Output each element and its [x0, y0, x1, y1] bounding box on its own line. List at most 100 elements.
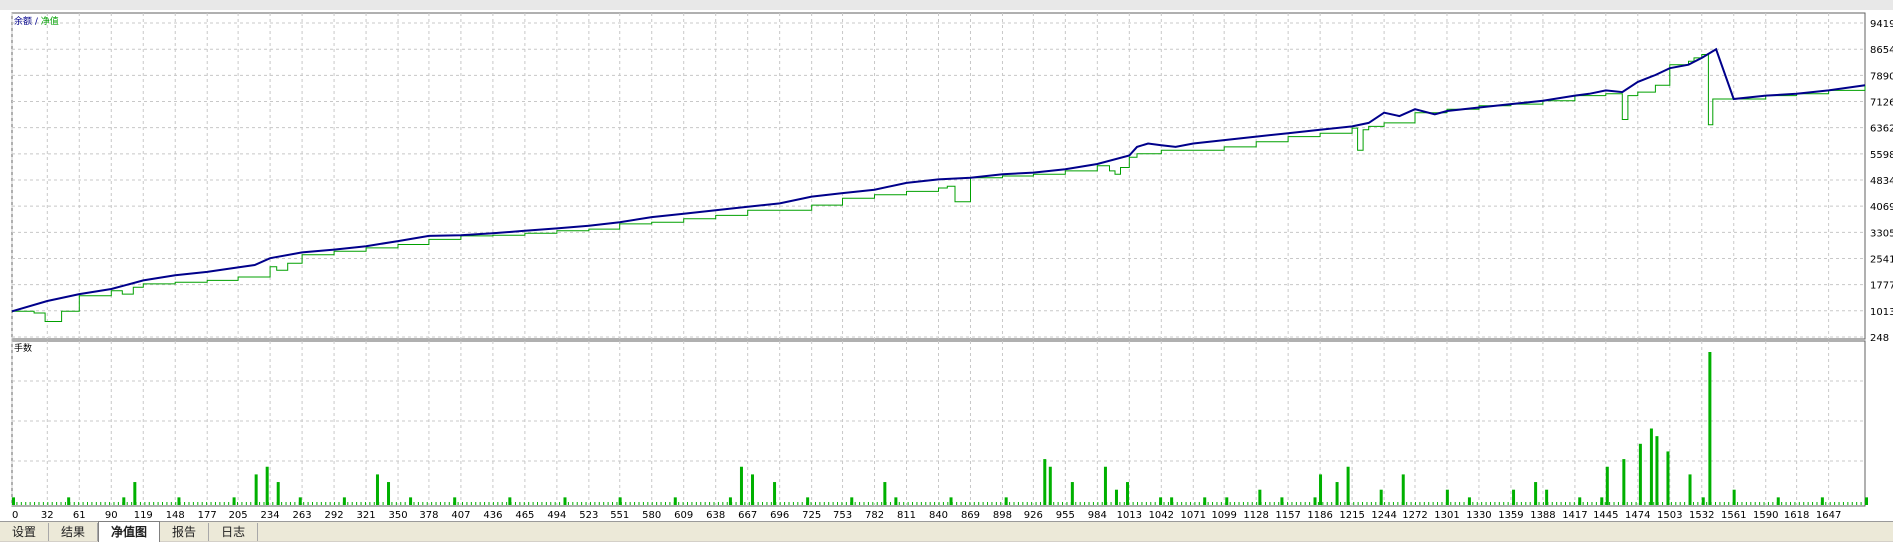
lots-bar-base	[1388, 502, 1390, 505]
lots-bar-base	[1247, 502, 1249, 505]
lots-bar-base	[1414, 502, 1416, 505]
lots-bar	[1638, 443, 1642, 505]
lots-bar-base	[673, 502, 675, 505]
lots-bar-base	[594, 502, 596, 505]
legend-separator: /	[32, 17, 41, 27]
lots-bar-base	[91, 502, 93, 505]
lots-bar-base	[1291, 502, 1293, 505]
lots-bar-base	[991, 502, 993, 505]
lots-bar-base	[664, 502, 666, 505]
lots-bar-base	[1309, 502, 1311, 505]
lots-bar-base	[64, 502, 66, 505]
x-tick-label: 1532	[1689, 510, 1714, 520]
y-tick-label: 4069	[1870, 202, 1893, 213]
lots-bar-base	[810, 502, 812, 505]
lots-bar-base	[109, 502, 111, 505]
lots-bar-base	[316, 502, 318, 505]
lots-bar-base	[722, 502, 724, 505]
x-tick-label: 1128	[1243, 510, 1268, 520]
x-tick-label: 667	[738, 510, 757, 520]
lots-bar-base	[34, 502, 36, 505]
lots-bar-base	[38, 502, 40, 505]
lots-bar-base	[1437, 502, 1439, 505]
lots-bar-base	[148, 502, 150, 505]
y-tick-label: 248	[1870, 333, 1889, 344]
lots-bar-base	[1357, 502, 1359, 505]
tab-graph[interactable]: 净值图	[98, 521, 161, 542]
tab-journal[interactable]: 日志	[209, 523, 259, 541]
lots-bar-base	[872, 502, 874, 505]
lots-bar	[387, 482, 391, 505]
lots-bar-base	[700, 502, 702, 505]
lots-bar	[1649, 428, 1653, 505]
lots-bar-base	[170, 502, 172, 505]
lots-bar-base	[422, 502, 424, 505]
lots-bar-base	[1706, 502, 1708, 505]
lots-bar-base	[1688, 502, 1690, 505]
lots-bar-base	[770, 502, 772, 505]
lots-bar-base	[1759, 502, 1761, 505]
lots-bar-base	[859, 502, 861, 505]
lots-bar	[773, 482, 777, 505]
lots-bar-base	[1767, 502, 1769, 505]
lots-bar-base	[942, 502, 944, 505]
lots-bar-base	[713, 502, 715, 505]
lots-bar-base	[660, 502, 662, 505]
lots-bar-base	[938, 502, 940, 505]
lots-bar-base	[1079, 502, 1081, 505]
lots-bar-base	[1719, 502, 1721, 505]
lots-bar-base	[1785, 502, 1787, 505]
lots-bar-base	[1423, 502, 1425, 505]
lots-bar-base	[1789, 502, 1791, 505]
lots-bar-base	[867, 502, 869, 505]
lots-bar-base	[969, 502, 971, 505]
legend: 余额 / 净值	[14, 15, 59, 27]
lots-bar-base	[598, 502, 600, 505]
lots-bar-base	[12, 502, 13, 505]
lots-bar-base	[947, 502, 949, 505]
lots-bar-base	[589, 502, 591, 505]
lots-bar-base	[1256, 502, 1258, 505]
lots-bar-base	[1697, 502, 1699, 505]
lots-bar-base	[678, 502, 680, 505]
lots-bar-base	[863, 502, 865, 505]
lots-bar-base	[51, 502, 53, 505]
lots-bar	[1688, 474, 1692, 505]
lots-bar-base	[854, 502, 856, 505]
lots-bar	[739, 466, 743, 505]
lots-bar-base	[541, 502, 543, 505]
lots-bar-base	[1481, 502, 1483, 505]
lots-bar-base	[514, 502, 516, 505]
x-tick-label: 638	[706, 510, 725, 520]
tab-settings[interactable]: 设置	[0, 523, 50, 541]
lots-bar-base	[1066, 502, 1068, 505]
lots-bar-base	[753, 502, 755, 505]
lots-bar-base	[488, 502, 490, 505]
lots-bar-base	[1838, 502, 1840, 505]
lots-bar-base	[784, 502, 786, 505]
lots-bar-base	[1362, 502, 1364, 505]
lots-bar-base	[395, 502, 397, 505]
lots-bar-base	[1004, 502, 1006, 505]
lots-bar	[1346, 466, 1350, 505]
tab-results[interactable]: 结果	[49, 523, 99, 541]
lots-bar-base	[1803, 502, 1805, 505]
x-tick-label: 1388	[1530, 510, 1555, 520]
lots-bar-base	[1220, 502, 1222, 505]
lots-bar-base	[179, 502, 181, 505]
lots-bar-base	[1441, 502, 1443, 505]
x-tick-label: 580	[642, 510, 661, 520]
lots-bar-base	[1467, 502, 1469, 505]
lots-bar	[883, 482, 887, 505]
lots-bar-base	[1834, 502, 1836, 505]
lots-bar-base	[1229, 502, 1231, 505]
lots-bar-base	[457, 502, 459, 505]
lots-bar-base	[276, 502, 278, 505]
x-tick-label: 350	[388, 510, 407, 520]
lots-bar-base	[223, 502, 225, 505]
lots-bar-base	[1084, 502, 1086, 505]
lots-bar-base	[907, 502, 909, 505]
tab-report[interactable]: 报告	[160, 523, 210, 541]
lots-bar-base	[832, 502, 834, 505]
lots-bar-base	[1666, 502, 1668, 505]
